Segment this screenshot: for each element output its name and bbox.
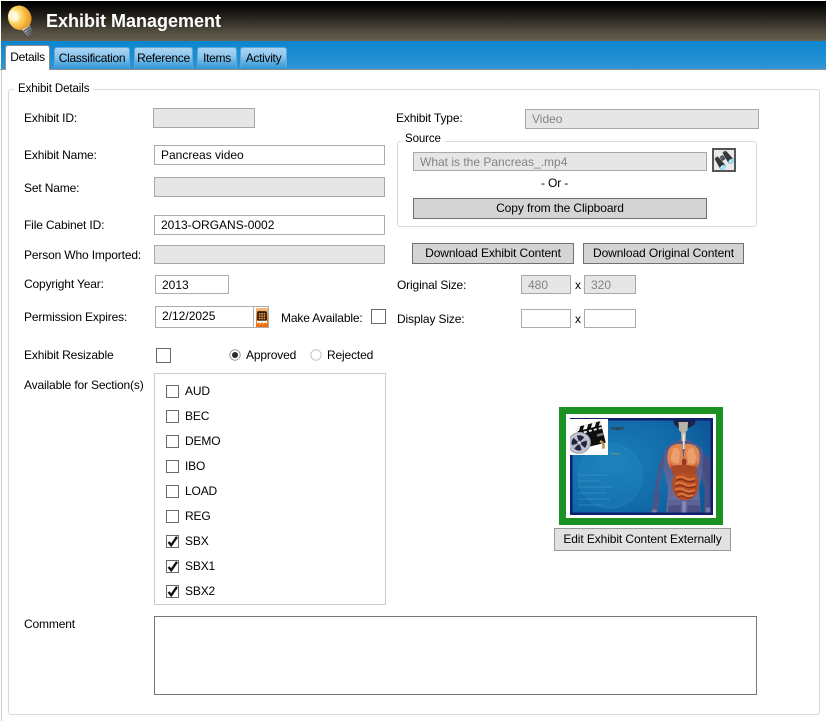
svg-text:mas!: mas! (611, 426, 624, 432)
svg-text:Pancr: Pancr (610, 451, 621, 456)
